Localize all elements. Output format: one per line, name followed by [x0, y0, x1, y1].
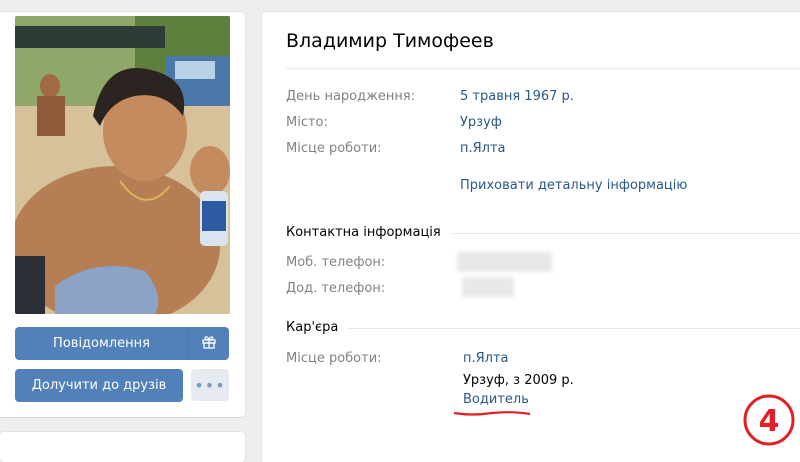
city-label: Місто: [286, 115, 328, 130]
more-button[interactable]: ••• [191, 369, 229, 401]
section-line [286, 328, 800, 329]
work-value[interactable]: п.Ялта [460, 141, 506, 156]
message-button[interactable]: Повідомлення [15, 327, 188, 360]
left-secondary-card [0, 432, 245, 462]
gift-icon [202, 335, 216, 353]
career-place-link[interactable]: п.Ялта [463, 351, 509, 366]
career-position-link[interactable]: Водитель [463, 392, 529, 407]
career-city-years: Урзуф, з 2009 р. [463, 373, 574, 388]
birthday-value[interactable]: 5 травня 1967 р. [460, 89, 574, 104]
message-button-label: Повідомлення [53, 336, 150, 351]
work-label: Місце роботи: [286, 141, 382, 156]
add-friend-button-label: Долучити до друзів [31, 378, 167, 393]
add-friend-button[interactable]: Долучити до друзів [15, 369, 183, 402]
page-title: Владимир Тимофеев [286, 30, 494, 52]
contacts-section-title: Контактна інформація [286, 225, 451, 240]
mobile-phone-redacted [457, 252, 552, 272]
hide-details-link[interactable]: Приховати детальну інформацію [460, 178, 687, 193]
svg-text:4: 4 [759, 404, 780, 439]
home-phone-label: Дод. телефон: [286, 281, 386, 296]
career-work-label: Місце роботи: [286, 351, 382, 366]
gift-button[interactable] [188, 327, 229, 360]
more-dots-icon: ••• [194, 375, 226, 395]
red-underline-mark [453, 411, 531, 416]
city-value[interactable]: Урзуф [460, 115, 502, 130]
divider [286, 68, 800, 69]
channel-logo: 4 [742, 393, 796, 447]
career-section-title: Кар'єра [286, 320, 349, 335]
mobile-phone-label: Моб. телефон: [286, 255, 386, 270]
profile-photo[interactable] [15, 16, 230, 314]
home-phone-redacted [462, 277, 514, 297]
birthday-label: День народження: [286, 89, 416, 104]
